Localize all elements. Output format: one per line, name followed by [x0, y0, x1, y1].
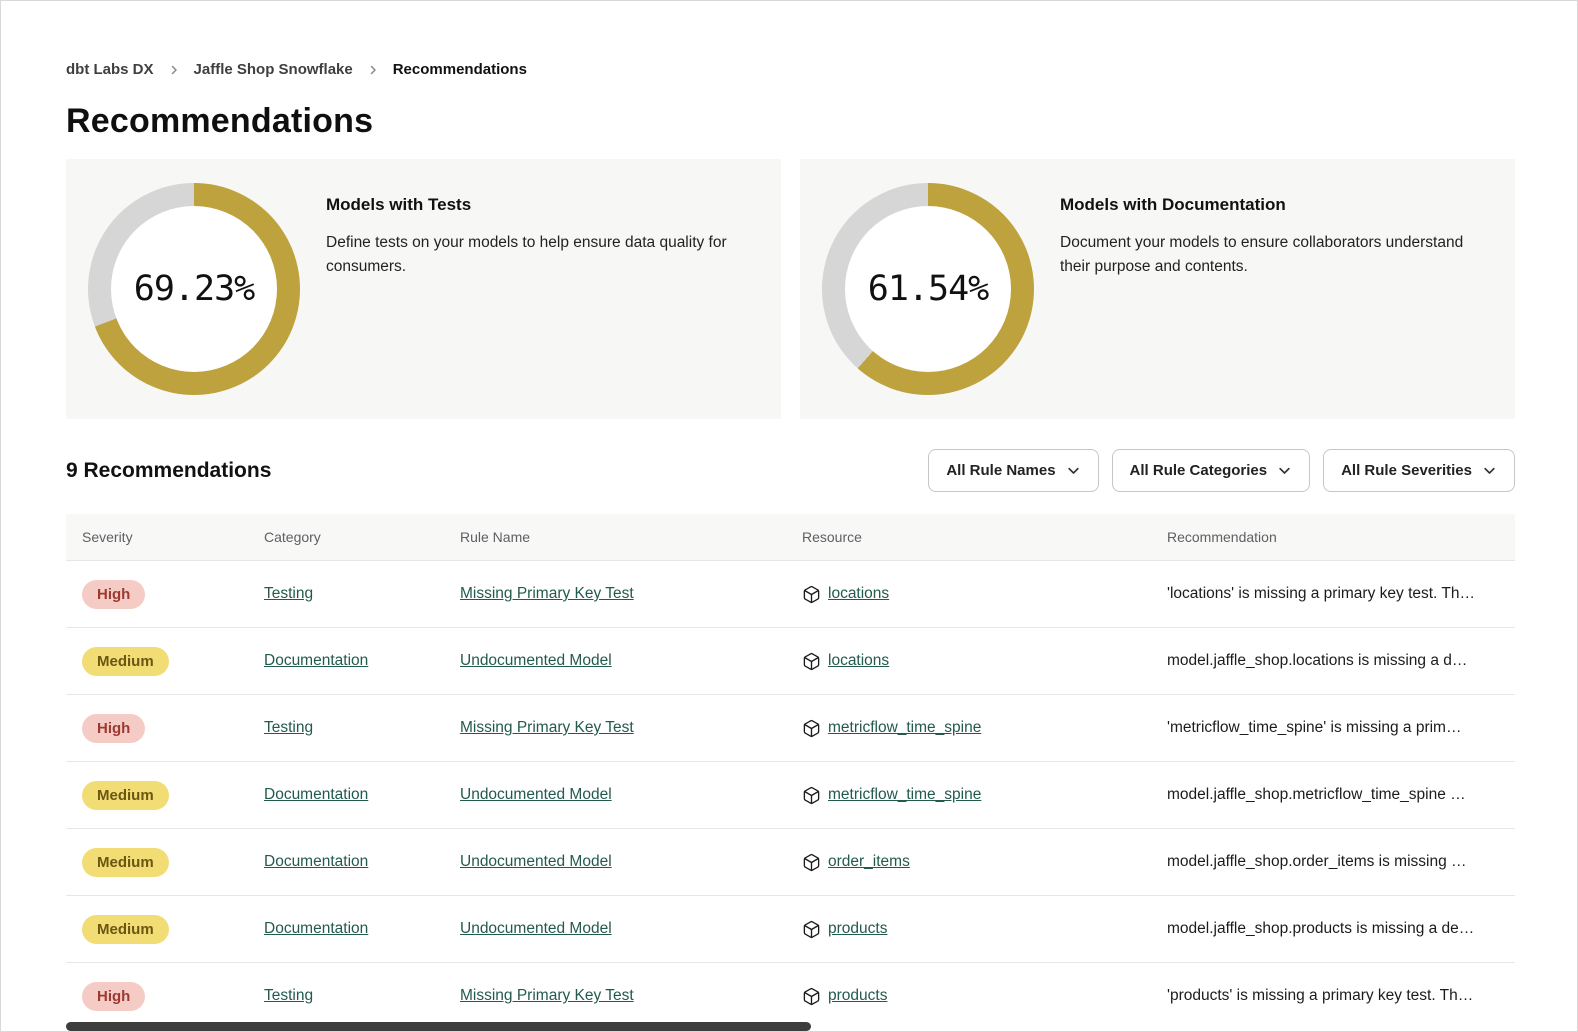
category-link[interactable]: Documentation [264, 786, 368, 803]
recommendations-page: dbt Labs DX Jaffle Shop Snowflake Recomm… [0, 0, 1578, 1032]
recommendation-text: 'products' is missing a primary key test… [1167, 987, 1473, 1004]
package-icon [802, 853, 821, 872]
models-with-documentation-donut-chart: 61.54% [822, 183, 1034, 395]
package-icon [802, 987, 821, 1006]
recommendation-text: 'metricflow_time_spine' is missing a pri… [1167, 719, 1461, 736]
resource-link[interactable]: order_items [828, 853, 910, 871]
models-with-documentation-percentage: 61.54% [822, 183, 1034, 395]
rule-severities-filter-label: All Rule Severities [1341, 462, 1472, 479]
card-description-models-with-documentation: Document your models to ensure collabora… [1060, 231, 1489, 279]
resource-link[interactable]: metricflow_time_spine [828, 786, 981, 804]
severity-badge: High [82, 580, 145, 609]
rule-categories-filter-dropdown[interactable]: All Rule Categories [1112, 449, 1311, 492]
category-link[interactable]: Documentation [264, 853, 368, 870]
table-row: Medium Documentation Undocumented Model … [66, 829, 1515, 896]
recommendation-text: model.jaffle_shop.order_items is missing… [1167, 853, 1467, 870]
models-with-tests-percentage: 69.23% [88, 183, 300, 395]
recommendation-text: 'locations' is missing a primary key tes… [1167, 585, 1475, 602]
package-icon [802, 719, 821, 738]
table-row: Medium Documentation Undocumented Model … [66, 762, 1515, 829]
category-link[interactable]: Documentation [264, 652, 368, 669]
package-icon [802, 585, 821, 604]
rule-name-link[interactable]: Missing Primary Key Test [460, 719, 634, 736]
column-header-recommendation: Recommendation [1151, 514, 1515, 561]
chevron-down-icon [1066, 463, 1081, 478]
recommendations-table: Severity Category Rule Name Resource Rec… [66, 514, 1515, 1030]
breadcrumb: dbt Labs DX Jaffle Shop Snowflake Recomm… [66, 61, 1515, 78]
card-title-models-with-tests: Models with Tests [326, 195, 755, 215]
table-header-row: Severity Category Rule Name Resource Rec… [66, 514, 1515, 561]
severity-badge: Medium [82, 915, 169, 944]
resource-link[interactable]: products [828, 987, 887, 1005]
metric-cards: 69.23% Models with Tests Define tests on… [66, 159, 1515, 419]
severity-badge: Medium [82, 781, 169, 810]
rule-severities-filter-dropdown[interactable]: All Rule Severities [1323, 449, 1515, 492]
resource-link[interactable]: locations [828, 585, 889, 603]
filter-bar: All Rule Names All Rule Categories All R… [928, 449, 1515, 492]
card-description-models-with-tests: Define tests on your models to help ensu… [326, 231, 755, 279]
models-with-documentation-card: 61.54% Models with Documentation Documen… [800, 159, 1515, 419]
chevron-right-icon [168, 64, 180, 76]
table-row: High Testing Missing Primary Key Test me… [66, 695, 1515, 762]
category-link[interactable]: Documentation [264, 920, 368, 937]
recommendation-text: model.jaffle_shop.metricflow_time_spine … [1167, 786, 1466, 803]
resource-link[interactable]: products [828, 920, 887, 938]
category-link[interactable]: Testing [264, 987, 313, 1004]
horizontal-scrollbar-thumb[interactable] [66, 1022, 811, 1031]
chevron-right-icon [367, 64, 379, 76]
package-icon [802, 786, 821, 805]
rule-name-link[interactable]: Undocumented Model [460, 652, 612, 669]
rule-names-filter-label: All Rule Names [946, 462, 1055, 479]
resource-link[interactable]: locations [828, 652, 889, 670]
card-title-models-with-documentation: Models with Documentation [1060, 195, 1489, 215]
column-header-category: Category [248, 514, 444, 561]
rule-names-filter-dropdown[interactable]: All Rule Names [928, 449, 1098, 492]
models-with-tests-donut-chart: 69.23% [88, 183, 300, 395]
table-row: High Testing Missing Primary Key Test lo… [66, 561, 1515, 628]
rule-name-link[interactable]: Missing Primary Key Test [460, 585, 634, 602]
table-row: Medium Documentation Undocumented Model … [66, 628, 1515, 695]
chevron-down-icon [1482, 463, 1497, 478]
breadcrumb-item-dbt-labs-dx[interactable]: dbt Labs DX [66, 61, 154, 78]
severity-badge: Medium [82, 848, 169, 877]
rule-name-link[interactable]: Missing Primary Key Test [460, 987, 634, 1004]
category-link[interactable]: Testing [264, 585, 313, 602]
column-header-rule-name: Rule Name [444, 514, 786, 561]
chevron-down-icon [1277, 463, 1292, 478]
package-icon [802, 652, 821, 671]
column-header-resource: Resource [786, 514, 1151, 561]
breadcrumb-item-current: Recommendations [393, 61, 527, 78]
severity-badge: High [82, 982, 145, 1011]
rule-name-link[interactable]: Undocumented Model [460, 853, 612, 870]
resource-link[interactable]: metricflow_time_spine [828, 719, 981, 737]
models-with-tests-card: 69.23% Models with Tests Define tests on… [66, 159, 781, 419]
breadcrumb-item-project[interactable]: Jaffle Shop Snowflake [194, 61, 353, 78]
recommendation-text: model.jaffle_shop.locations is missing a… [1167, 652, 1467, 669]
severity-badge: Medium [82, 647, 169, 676]
table-row: Medium Documentation Undocumented Model … [66, 896, 1515, 963]
table-row: High Testing Missing Primary Key Test pr… [66, 963, 1515, 1030]
category-link[interactable]: Testing [264, 719, 313, 736]
recommendation-text: model.jaffle_shop.products is missing a … [1167, 920, 1474, 937]
severity-badge: High [82, 714, 145, 743]
recommendations-count: 9 Recommendations [66, 459, 271, 483]
rule-name-link[interactable]: Undocumented Model [460, 920, 612, 937]
rule-name-link[interactable]: Undocumented Model [460, 786, 612, 803]
rule-categories-filter-label: All Rule Categories [1130, 462, 1268, 479]
package-icon [802, 920, 821, 939]
page-title: Recommendations [66, 102, 1515, 141]
column-header-severity: Severity [66, 514, 248, 561]
